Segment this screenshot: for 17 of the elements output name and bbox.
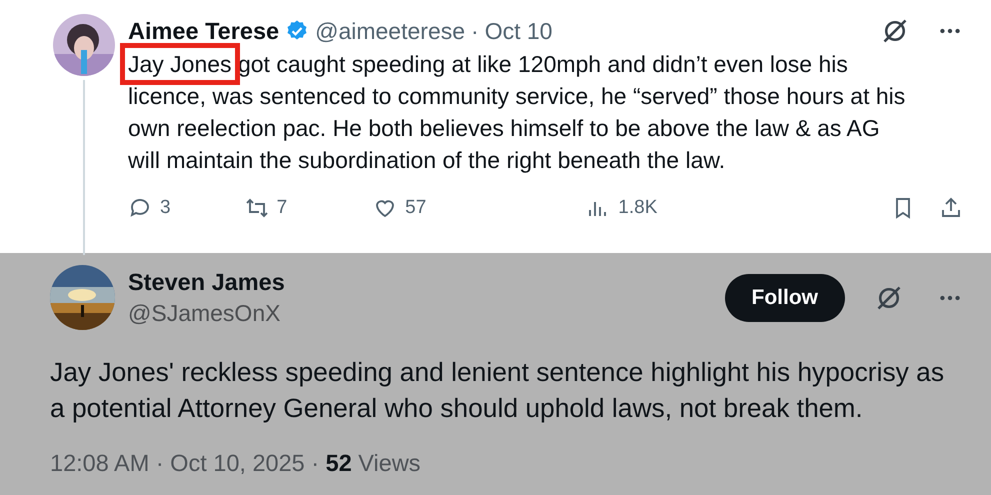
separator: · [471,18,479,44]
author-name[interactable]: Steven James [128,268,712,296]
slashed-circle-icon[interactable] [875,284,903,312]
views-button[interactable]: 1.8K [586,196,658,220]
repost-icon [244,196,269,220]
author-handle[interactable]: @SJamesOnX [128,300,712,326]
post-date[interactable]: Oct 10 [484,18,552,44]
post-text: Jay Jones' reckless speeding and lenient sentence highlight his hypocrisy as a potential Attorney General who should uphold laws, not break them. [50,356,946,425]
author-name[interactable]: Aimee Terese [128,18,280,44]
slashed-circle-icon[interactable] [881,17,909,45]
share-icon[interactable] [939,196,963,220]
follow-button[interactable]: Follow [724,274,845,322]
repost-button[interactable]: 7 [244,196,288,220]
author-handle[interactable]: @aimeeterese [315,18,466,44]
post-meta: 12:08 AM · Oct 10, 2025 · 52 Views [50,450,422,477]
reply-button[interactable]: 3 [128,196,171,220]
like-button[interactable]: 57 [373,196,426,220]
